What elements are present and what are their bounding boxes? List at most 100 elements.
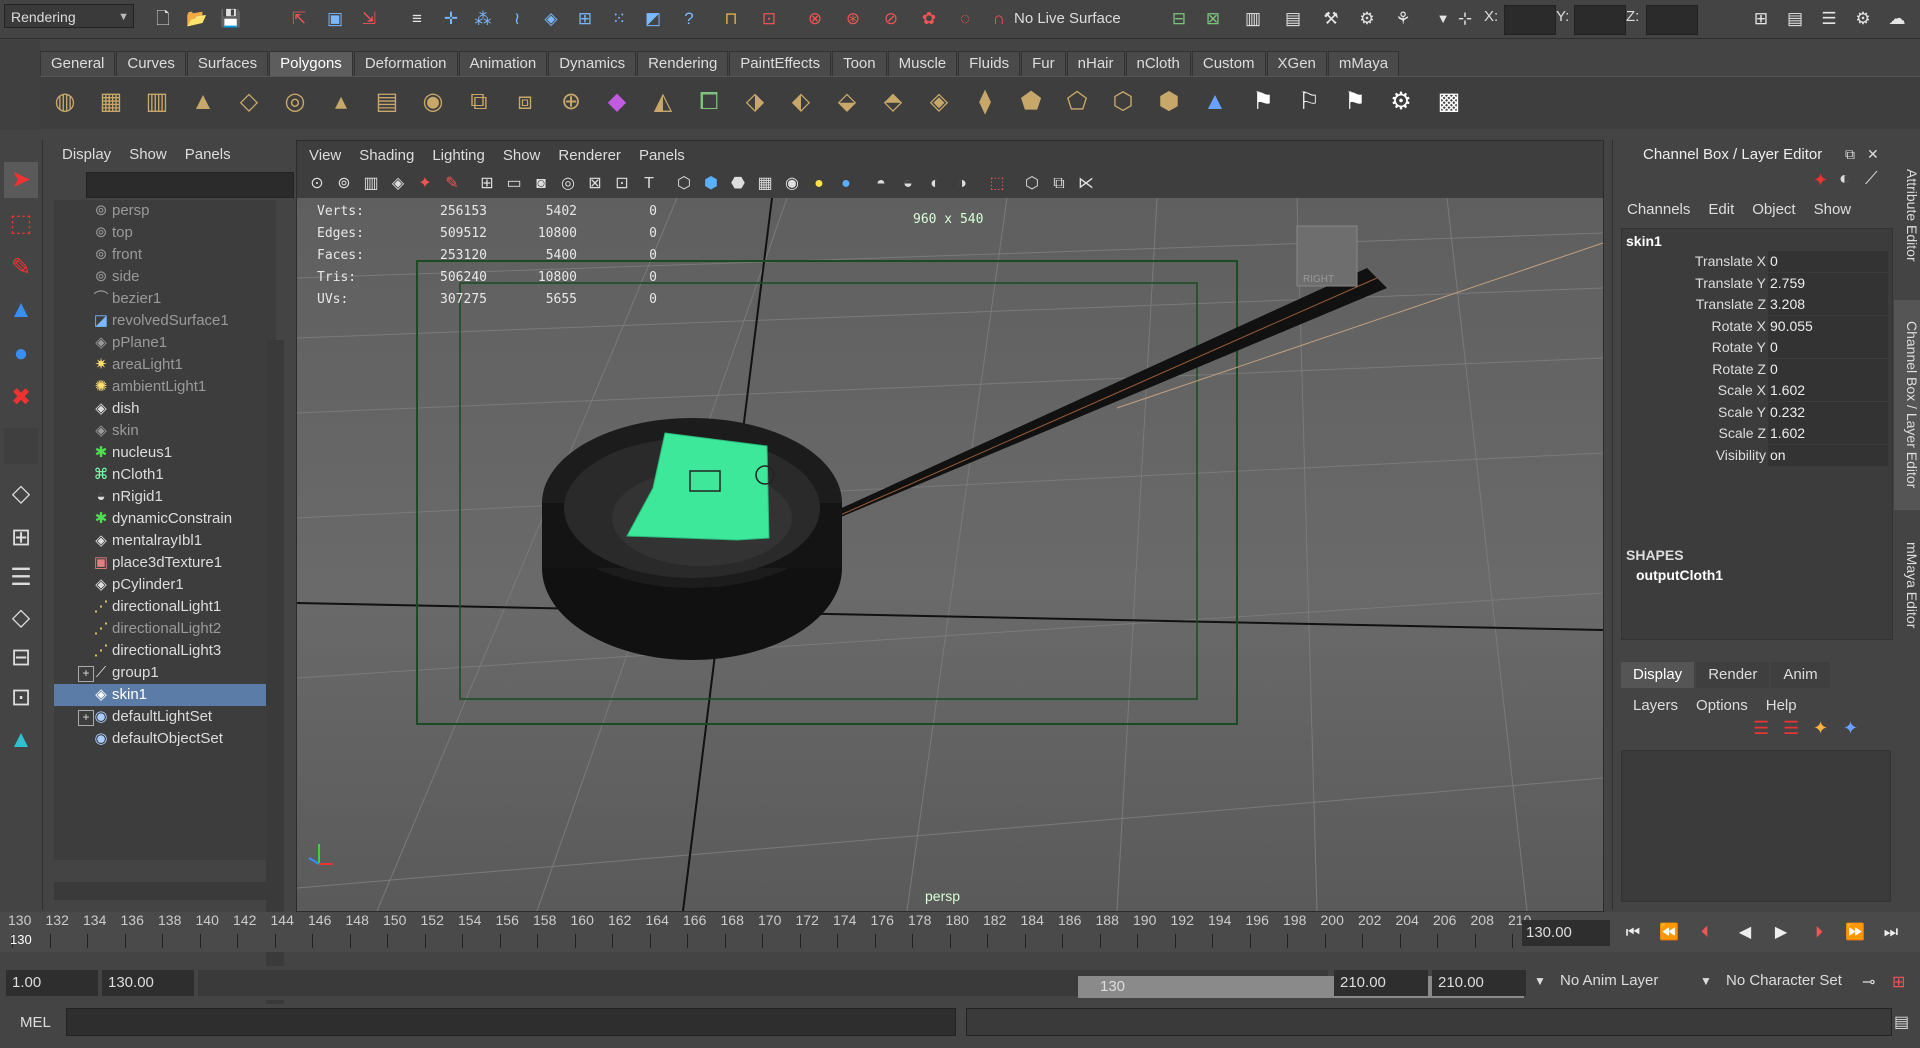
resolution-gate-icon[interactable]: ◙ (529, 172, 553, 196)
outliner-item[interactable]: ◈ pPlane1 (54, 332, 276, 354)
move-tool-icon[interactable]: ▲ (4, 292, 38, 328)
mirror-geometry-icon[interactable]: ◭ (646, 85, 680, 119)
outliner-menu-display[interactable]: Display (62, 140, 111, 170)
hypershade-layout-icon[interactable]: ⊟ (4, 640, 38, 676)
render-region-icon[interactable]: ⊡ (756, 6, 782, 32)
poly-pyramid-icon[interactable]: ▴ (324, 85, 358, 119)
playback-start-field[interactable]: 130.00 (102, 970, 194, 996)
viewport-menu-lighting[interactable]: Lighting (432, 141, 485, 171)
shelf-tab-xgen[interactable]: XGen (1266, 50, 1327, 76)
uv-editor-icon[interactable]: ▩ (1432, 85, 1466, 119)
float-panel-icon[interactable]: ⧉ (1845, 146, 1855, 163)
shelf-tab-animation[interactable]: Animation (458, 50, 548, 76)
tab-attribute-editor[interactable]: Attribute Editor (1894, 150, 1920, 280)
shelf-tab-toon[interactable]: Toon (832, 50, 887, 76)
select-object-icon[interactable]: ▣ (322, 6, 348, 32)
snap-point-icon[interactable]: ≀ (504, 6, 530, 32)
image-plane-icon[interactable]: ◈ (386, 172, 410, 196)
wireframe-icon[interactable]: ⬡ (672, 172, 696, 196)
ambient-occlusion-icon[interactable]: ◓ (869, 172, 893, 196)
channel-row[interactable]: Rotate X 90.055 (1622, 315, 1892, 337)
open-scene-icon[interactable]: 📂 (184, 6, 210, 32)
shelf-tab-fluids[interactable]: Fluids (958, 50, 1021, 76)
step-back-frame-icon[interactable]: ⏴ (1690, 920, 1720, 946)
last-tool-icon[interactable] (4, 428, 38, 464)
new-layer-icon[interactable]: ✦ (1813, 718, 1828, 739)
mel-label[interactable]: MEL (20, 1014, 51, 1031)
bevel-icon[interactable]: ⬟ (1014, 85, 1048, 119)
outliner-item[interactable]: ⊚ side (54, 266, 276, 288)
four-pane-layout-icon[interactable]: ⊞ (4, 520, 38, 556)
snap-grid-icon[interactable]: ✛ (438, 6, 464, 32)
outliner-item[interactable]: ◈ skin (54, 420, 276, 442)
live-surface-magnet-icon[interactable]: ∩ (986, 6, 1012, 32)
outliner-menu-show[interactable]: Show (129, 140, 167, 170)
dropper-icon[interactable]: ⟋ (1865, 168, 1878, 189)
channel-row[interactable]: Translate X0 (1622, 251, 1892, 272)
channel-box-menu-edit[interactable]: Edit (1708, 195, 1734, 225)
channel-name[interactable]: Scale X (1718, 380, 1766, 401)
channel-name[interactable]: Rotate Z (1712, 359, 1766, 380)
outliner-item[interactable]: ◈ skin1 (54, 684, 276, 706)
shelf-tab-rendering[interactable]: Rendering (637, 50, 729, 76)
channel-box-menu-show[interactable]: Show (1814, 195, 1852, 225)
channel-row[interactable]: Visibility on (1622, 444, 1892, 466)
outliner-item[interactable]: ◈ dish (54, 398, 276, 420)
isolate-select-icon[interactable]: ⬚ (985, 172, 1009, 196)
outliner-filter-input[interactable] (86, 172, 294, 198)
z-field[interactable] (1646, 5, 1698, 35)
tool-settings-icon[interactable]: ☰ (1816, 6, 1842, 32)
split-polygon-icon[interactable]: ⬘ (876, 85, 910, 119)
outliner-item[interactable]: ◪ revolvedSurface1 (54, 310, 276, 332)
outliner-layout-icon[interactable]: ⊡ (4, 680, 38, 716)
combine-icon[interactable]: ⧉ (462, 85, 496, 119)
channel-name[interactable]: Translate X (1695, 251, 1766, 272)
offset-edge-loop-icon[interactable]: ⧫ (968, 85, 1002, 119)
bridge-icon[interactable]: ⬖ (784, 85, 818, 119)
shadows-icon[interactable]: ● (834, 172, 858, 196)
new-layer-selected-icon[interactable]: ✦ (1843, 718, 1858, 739)
render-view-icon[interactable]: ◌ (952, 6, 978, 32)
multisample-icon[interactable]: ◐ (923, 172, 947, 196)
character-set-dropdown[interactable]: No Character Set (1726, 972, 1842, 989)
move-layer-up-icon[interactable]: ☰ (1753, 718, 1769, 739)
channel-value[interactable]: on (1768, 444, 1888, 466)
outliner-item[interactable]: ✺ ambientLight1 (54, 376, 276, 398)
move-layer-down-icon[interactable]: ☰ (1783, 718, 1799, 739)
viewport-menu-renderer[interactable]: Renderer (558, 141, 621, 171)
append-polygon-icon[interactable]: ⬙ (830, 85, 864, 119)
step-back-key-icon[interactable]: ⏪ (1654, 920, 1684, 946)
shelf-tab-muscle[interactable]: Muscle (887, 50, 958, 76)
outliner-item[interactable]: ⊚ front (54, 244, 276, 266)
uv-automatic-icon[interactable]: ⚙ (1384, 85, 1418, 119)
mel-command-input[interactable] (66, 1008, 956, 1036)
channel-value[interactable]: 90.055 (1768, 315, 1888, 337)
layer-editor-toggle-icon[interactable]: ⚘ (1390, 6, 1416, 32)
outliner-menu-panels[interactable]: Panels (185, 140, 231, 170)
depth-of-field-icon[interactable]: ◑ (950, 172, 974, 196)
poly-plane-icon[interactable]: ◇ (232, 85, 266, 119)
merge-icon[interactable]: ⬠ (1060, 85, 1094, 119)
channel-row[interactable]: Scale X 1.602 (1622, 380, 1892, 401)
rotate-tool-icon[interactable]: ● (4, 336, 38, 372)
layer-menu-layers[interactable]: Layers (1633, 691, 1678, 721)
shelf-tab-deformation[interactable]: Deformation (353, 50, 458, 76)
input-mode-icon[interactable]: ⊠ (1200, 6, 1226, 32)
viewport-3d[interactable]: RIGHT Verts: 256153 5402 0 Edges: 509512 10800… (297, 198, 1603, 911)
shelf-tab-fur[interactable]: Fur (1021, 50, 1066, 76)
current-time-field[interactable]: 130.00 (1522, 920, 1610, 946)
grid-icon[interactable]: ⊞ (475, 172, 499, 196)
poly-cone-icon[interactable]: ▲ (186, 85, 220, 119)
select-component-icon[interactable]: ⇲ (356, 6, 382, 32)
poly-sphere-icon[interactable]: ◍ (48, 85, 82, 119)
grease-pencil-icon[interactable]: ✎ (440, 172, 464, 196)
safe-action-icon[interactable]: ⊡ (610, 172, 634, 196)
menu-set-dropdown[interactable]: Rendering ▼ (4, 4, 134, 28)
field-chart-icon[interactable]: ⊠ (583, 172, 607, 196)
camera-attributes-icon[interactable]: ⊚ (332, 172, 356, 196)
input-line-icon[interactable]: ⊟ (1166, 6, 1192, 32)
boolean-icon[interactable]: ⧠ (692, 85, 726, 119)
safe-title-icon[interactable]: T (637, 172, 661, 196)
play-backward-icon[interactable]: ◀ (1730, 920, 1760, 946)
snap-live-icon[interactable]: ⊞ (572, 6, 598, 32)
